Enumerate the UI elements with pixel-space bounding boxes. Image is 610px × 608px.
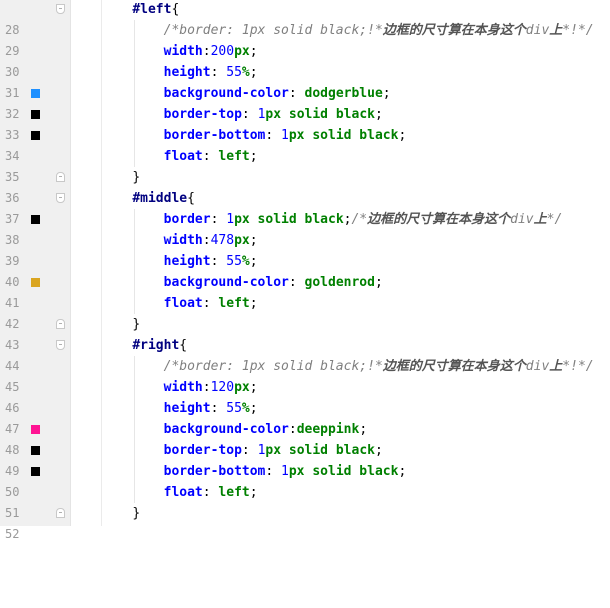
code-text: width:200px; — [163, 44, 258, 59]
code-text: background-color: goldenrod; — [163, 275, 383, 290]
code-text: background-color: dodgerblue; — [163, 86, 391, 101]
code-line[interactable]: 46 width:120px; — [0, 377, 610, 415]
css-property: border — [163, 212, 211, 227]
fold-end-icon[interactable] — [56, 172, 65, 182]
code-text: border-top: 1px solid black; — [163, 107, 383, 122]
css-property: border-top — [163, 443, 242, 458]
code-line[interactable]: 33 border-top: 1px solid black; — [0, 104, 610, 142]
css-property: background-color — [163, 275, 289, 290]
css-property: width — [163, 380, 203, 395]
css-property: width — [163, 233, 203, 248]
code-line[interactable]: 34 border-bottom: 1px solid black; — [0, 125, 610, 163]
block-indent-guide — [134, 356, 135, 503]
code-line[interactable]: 39 width:478px; — [0, 230, 610, 268]
code-line[interactable]: 48 background-color:deeppink; — [0, 419, 610, 457]
code-text: } — [132, 170, 141, 185]
code-text: height: 55%; — [163, 65, 258, 80]
code-line[interactable]: 37 #middle{ — [0, 188, 610, 226]
css-property: height — [163, 65, 211, 80]
code-line[interactable]: 31 height: 55%; — [0, 62, 610, 100]
code-text: border-bottom: 1px solid black; — [163, 128, 407, 143]
code-line[interactable]: 42 float: left; — [0, 293, 610, 331]
code-text: /*border: 1px solid black;!*边框的尺寸算在本身这个d… — [101, 20, 594, 41]
css-property: float — [163, 149, 203, 164]
css-property: width — [163, 44, 203, 59]
fold-end-icon[interactable] — [56, 319, 65, 329]
code-text: float: left; — [163, 485, 258, 500]
code-editor[interactable]: 28 #left{ 29 /*border: 1px solid black;!… — [0, 0, 610, 541]
code-line[interactable]: 28 #left{ — [0, 0, 610, 37]
color-swatch-black[interactable] — [31, 446, 40, 455]
code-line[interactable]: 45 /*border: 1px solid black;!*边框的尺寸算在本身… — [0, 356, 610, 394]
code-line[interactable]: 44 #right{ — [0, 335, 610, 373]
code-line[interactable]: 49 border-top: 1px solid black; — [0, 440, 610, 478]
comment: /*边框的尺寸算在本身这个div上*/ — [351, 212, 563, 227]
code-text: border: 1px solid black;/*边框的尺寸算在本身这个div… — [163, 212, 563, 227]
code-line[interactable]: 30 width:200px; — [0, 41, 610, 79]
css-property: height — [163, 254, 211, 269]
block-indent-guide — [134, 20, 135, 167]
color-swatch-black[interactable] — [31, 110, 40, 119]
code-line[interactable]: 35 float: left; — [0, 146, 610, 184]
code-line[interactable]: 50 border-bottom: 1px solid black; — [0, 461, 610, 499]
css-property: border-bottom — [163, 128, 266, 143]
code-text: height: 55%; — [163, 401, 258, 416]
code-text: #middle{ — [132, 191, 195, 206]
code-line[interactable]: 41 background-color: goldenrod; — [0, 272, 610, 310]
fold-end-icon[interactable] — [56, 508, 65, 518]
css-property: background-color — [163, 86, 289, 101]
code-text: } — [132, 506, 141, 521]
color-swatch-dodgerblue[interactable] — [31, 89, 40, 98]
code-text: } — [132, 317, 141, 332]
code-text: #right{ — [132, 338, 188, 353]
fold-icon[interactable] — [56, 4, 65, 14]
comment: /*border: 1px solid black;!*边框的尺寸算在本身这个d… — [163, 359, 594, 374]
code-text: float: left; — [163, 149, 258, 164]
css-property: border-top — [163, 107, 242, 122]
css-selector: #middle — [132, 191, 188, 206]
code-line[interactable]: 47 height: 55%; — [0, 398, 610, 436]
code-line[interactable]: 36 } — [0, 167, 610, 205]
code-line[interactable]: 40 height: 55%; — [0, 251, 610, 289]
code-text: width:120px; — [163, 380, 258, 395]
block-indent-guide — [134, 209, 135, 314]
code-line[interactable]: 29 /*border: 1px solid black;!*边框的尺寸算在本身… — [0, 20, 610, 58]
code-line[interactable]: 38 border: 1px solid black;/*边框的尺寸算在本身这个… — [0, 209, 610, 247]
css-selector: #left — [132, 2, 172, 17]
line-number: 52 — [5, 527, 20, 541]
code-line[interactable]: 51 float: left; — [0, 482, 610, 520]
code-line[interactable]: 52 } — [0, 503, 610, 541]
color-swatch-black[interactable] — [31, 215, 40, 224]
css-property: height — [163, 401, 211, 416]
code-text: background-color:deeppink; — [163, 422, 368, 437]
code-text: border-top: 1px solid black; — [163, 443, 383, 458]
code-text: /*border: 1px solid black;!*边框的尺寸算在本身这个d… — [101, 356, 594, 377]
code-text: border-bottom: 1px solid black; — [163, 464, 407, 479]
css-property: float — [163, 296, 203, 311]
code-line[interactable]: 32 background-color: dodgerblue; — [0, 83, 610, 121]
color-swatch-goldenrod[interactable] — [31, 278, 40, 287]
css-selector: #right — [132, 338, 180, 353]
code-line[interactable]: 43 } — [0, 314, 610, 352]
css-property: background-color — [163, 422, 289, 437]
comment: /*border: 1px solid black;!*边框的尺寸算在本身这个d… — [163, 23, 594, 38]
fold-icon[interactable] — [56, 340, 65, 350]
css-property: float — [163, 485, 203, 500]
css-property: border-bottom — [163, 464, 266, 479]
color-swatch-black[interactable] — [31, 131, 40, 140]
code-text: #left{ — [132, 2, 180, 17]
color-swatch-deeppink[interactable] — [31, 425, 40, 434]
code-text: float: left; — [163, 296, 258, 311]
fold-icon[interactable] — [56, 193, 65, 203]
code-text: width:478px; — [163, 233, 258, 248]
color-swatch-black[interactable] — [31, 467, 40, 476]
code-text: height: 55%; — [163, 254, 258, 269]
